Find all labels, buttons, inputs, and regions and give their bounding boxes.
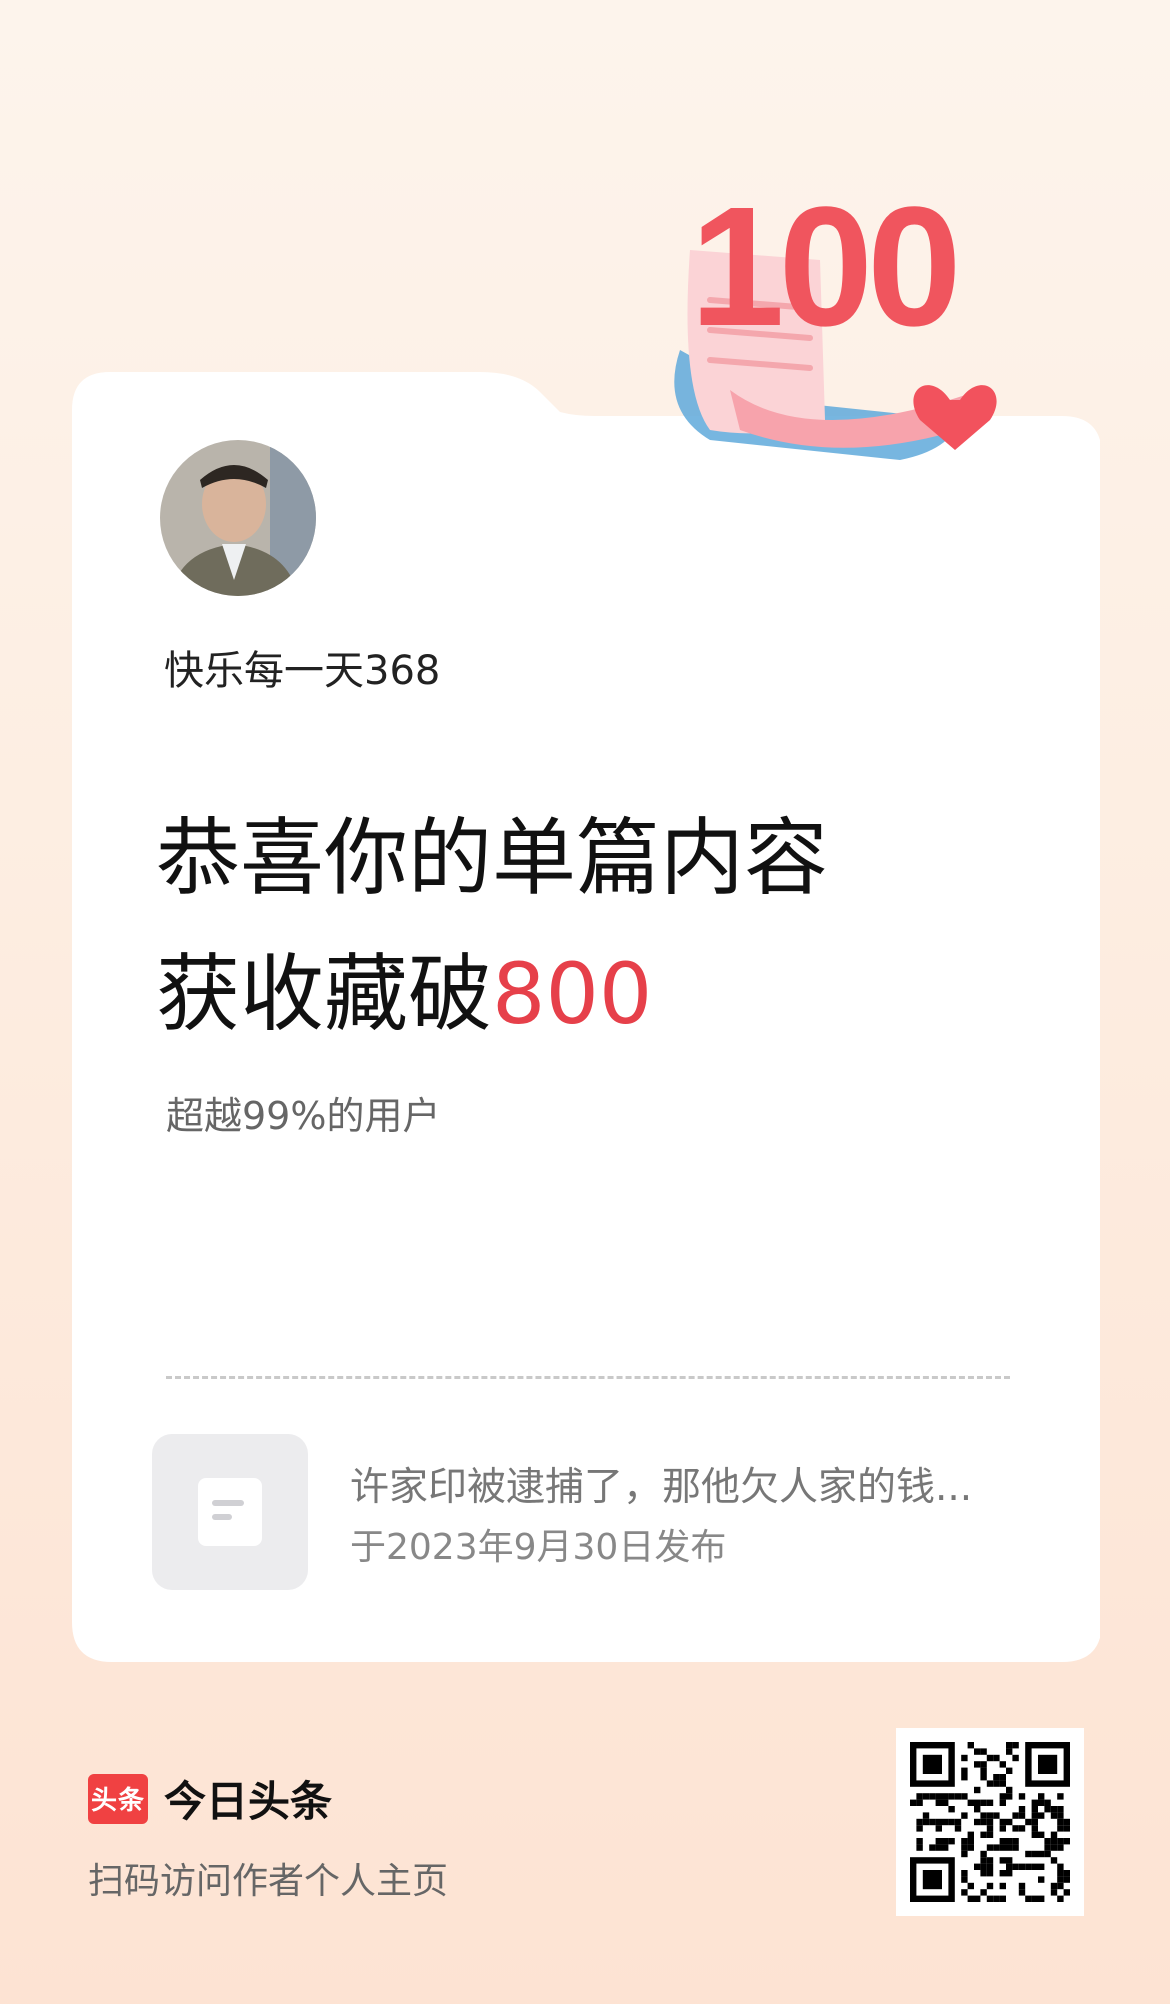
avatar[interactable]: [160, 440, 316, 596]
headline-line-2: 获收藏破800: [156, 926, 828, 1062]
brand-lockup: 头条 今日头条: [88, 1768, 332, 1829]
brand-name: 今日头条: [164, 1777, 333, 1826]
favorites-count: 800: [492, 945, 653, 1043]
article-thumbnail[interactable]: [152, 1434, 308, 1590]
dashed-divider: [166, 1376, 1010, 1379]
article-publish-date: 于2023年9月30日发布: [350, 1527, 727, 1568]
badge-number: 100: [690, 172, 956, 362]
document-icon: [198, 1478, 262, 1546]
headline-prefix: 获收藏破: [156, 945, 493, 1043]
milestone-badge: 100: [674, 172, 997, 460]
user-portrait-icon: [160, 440, 316, 596]
qr-code-icon: [910, 1742, 1070, 1902]
headline-line-1: 恭喜你的单篇内容: [156, 809, 829, 907]
ranking-subtext: 超越99%的用户: [166, 1094, 441, 1138]
toutiao-logo-icon: 头条: [88, 1773, 148, 1824]
qr-code[interactable]: [896, 1728, 1084, 1916]
achievement-headline: 恭喜你的单篇内容 获收藏破800: [156, 790, 828, 1062]
article-title-link[interactable]: 许家印被逮捕了，那他欠人家的钱...: [350, 1456, 972, 1512]
scan-instruction: 扫码访问作者个人主页: [88, 1861, 449, 1902]
author-name: 快乐每一天368: [164, 648, 441, 694]
